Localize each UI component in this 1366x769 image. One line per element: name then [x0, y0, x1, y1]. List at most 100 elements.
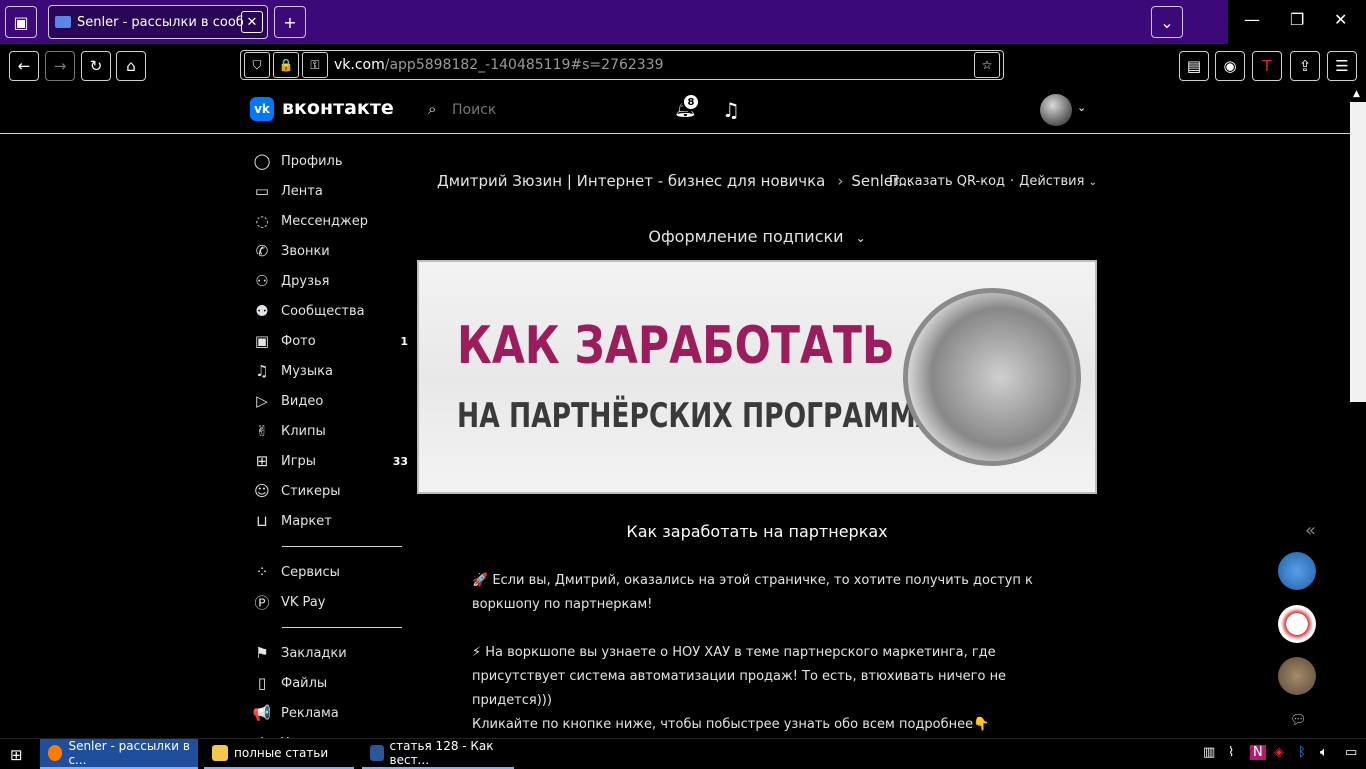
market-icon: ⊔: [256, 512, 268, 530]
address-bar[interactable]: ⛉ 🔒 ⚿ vk.com/app5898182_-140485119#s=276…: [240, 50, 1004, 80]
lock-icon[interactable]: 🔒: [273, 52, 299, 78]
word-icon: [370, 745, 384, 761]
chevron-down-icon[interactable]: ⌄: [1077, 101, 1086, 114]
home-icon[interactable]: ⌂: [116, 51, 146, 81]
chat-bubble-icon[interactable]: 💬︎: [1290, 713, 1307, 728]
close-window-icon[interactable]: ✕: [1334, 10, 1347, 29]
back-arrow-icon[interactable]: ←: [9, 51, 39, 81]
reader-view-icon[interactable]: ▤: [1179, 51, 1209, 81]
bluetooth-icon[interactable]: ᛒ: [1298, 745, 1306, 760]
volume-icon[interactable]: 🔈︎: [1320, 745, 1328, 760]
sidebar-item[interactable]: ⚇ Друзья: [250, 266, 410, 296]
taskbar-word[interactable]: статья 128 - Как вест...: [362, 739, 514, 769]
notification-center-icon[interactable]: ▭: [1345, 745, 1357, 760]
friends-icon: ⚇: [255, 272, 269, 290]
chevron-down-icon[interactable]: ⌄: [1089, 177, 1097, 188]
page-title: Как заработать на партнерках: [626, 522, 888, 541]
sidebar-item-label: Сообщества: [281, 303, 365, 319]
menu-hamburger-icon[interactable]: ☰: [1327, 51, 1357, 81]
handshake-image: [903, 288, 1081, 466]
sidebar-item[interactable]: ⊔ Маркет: [250, 506, 410, 536]
chevron-down-icon[interactable]: ⌄: [856, 231, 866, 245]
sidebar-item[interactable]: ▷ Видео: [250, 386, 410, 416]
sidebar-item[interactable]: ▭ Лента: [250, 176, 410, 206]
sidebar-item[interactable]: ✆ Звонки: [250, 236, 410, 266]
vkpay-icon: Ⓟ: [254, 593, 270, 612]
taskbar-firefox[interactable]: Senler - рассылки в с...: [40, 739, 198, 769]
photo-icon: ▣: [254, 332, 270, 350]
vk-logo-text[interactable]: вконтакте: [282, 97, 394, 119]
sidebar-item[interactable]: ◌ Мессенджер: [250, 206, 410, 236]
actions-menu[interactable]: Действия: [1019, 174, 1084, 189]
tray-n-icon[interactable]: N: [1250, 745, 1266, 760]
forward-arrow-icon[interactable]: →: [45, 51, 75, 81]
search-icon: ⌕: [428, 100, 437, 118]
network-icon[interactable]: ⌇: [1228, 745, 1234, 760]
notifications-badge: 8: [682, 93, 700, 111]
chat-avatar[interactable]: [1278, 657, 1316, 695]
sidebar-item[interactable]: ⚉ Сообщества: [250, 296, 410, 326]
shield-icon[interactable]: ⛉: [244, 52, 270, 78]
sidebar-item-count: 1: [400, 334, 408, 348]
new-tab-button[interactable]: +: [274, 6, 306, 38]
tab-title: Senler - рассылки в сообщес: [77, 14, 243, 30]
files-icon: ▯: [257, 674, 267, 692]
tray-app-icon[interactable]: ▥: [1203, 745, 1215, 760]
sidebar-item-count: 33: [392, 454, 408, 468]
minimize-icon[interactable]: —: [1244, 10, 1260, 29]
sidebar-divider: [282, 627, 402, 628]
sidebar-item[interactable]: ◯ Профиль: [250, 146, 410, 176]
search-input[interactable]: [450, 101, 650, 119]
bookmark-star-icon[interactable]: ☆: [974, 52, 1000, 78]
url-text[interactable]: vk.com/app5898182_-140485119#s=2762339: [334, 57, 664, 73]
sidebar-item[interactable]: ⊞ Игры 33: [250, 446, 410, 476]
tab-active[interactable]: Senler - рассылки в сообщес ✕: [48, 5, 268, 39]
mail-favicon-icon: [55, 16, 71, 28]
sidebar-item[interactable]: ☺ Стикеры: [250, 476, 410, 506]
container-tabs-icon[interactable]: ▣: [5, 6, 37, 38]
scrollbar-thumb[interactable]: [1350, 102, 1366, 402]
reload-icon[interactable]: ↻: [81, 51, 111, 81]
avatar[interactable]: [1040, 94, 1072, 126]
chat-avatar[interactable]: [1278, 552, 1316, 590]
profile-icon: ◯: [253, 152, 271, 170]
communities-icon: ⚉: [255, 302, 269, 320]
sidebar-item-label: Клипы: [281, 423, 326, 439]
sidebar-item[interactable]: ▯ Файлы: [250, 668, 410, 698]
permissions-icon[interactable]: ⚿: [302, 52, 328, 78]
subscription-selector[interactable]: Оформление подписки ⌄: [417, 227, 1097, 246]
sidebar-item-label: Файлы: [281, 675, 328, 691]
account-icon[interactable]: ◉: [1215, 51, 1245, 81]
close-tab-icon[interactable]: ✕: [241, 11, 263, 33]
scroll-up-icon[interactable]: ▲: [1353, 89, 1360, 99]
sidebar-item[interactable]: ⚑ Закладки: [250, 638, 410, 668]
sidebar-item-label: Лента: [281, 183, 323, 199]
breadcrumb-group-link[interactable]: Дмитрий Зюзин | Интернет - бизнес для но…: [437, 172, 825, 190]
sidebar-item[interactable]: ▣ Фото 1: [250, 326, 410, 356]
restore-icon[interactable]: ❐: [1290, 10, 1304, 29]
share-icon[interactable]: ⇪: [1290, 51, 1320, 81]
phone-icon: ✆: [255, 242, 269, 260]
windows-taskbar: ⊞ Senler - рассылки в с... полные статьи…: [0, 738, 1366, 769]
sidebar-item[interactable]: Ⓟ VK Pay: [250, 587, 410, 617]
sidebar-item[interactable]: 📢 Реклама: [250, 698, 410, 728]
music-icon[interactable]: ♫: [722, 98, 740, 122]
taskbar-folder[interactable]: полные статьи: [204, 739, 354, 769]
music-icon: ♫: [255, 362, 269, 380]
show-qr-link[interactable]: Показать QR-код: [889, 174, 1005, 189]
breadcrumb: Дмитрий Зюзин | Интернет - бизнес для но…: [437, 172, 912, 190]
collapse-chats-icon[interactable]: «: [1305, 520, 1316, 541]
windows-start-icon[interactable]: ⊞: [10, 746, 23, 764]
clips-icon: ✌: [255, 422, 269, 440]
extension-t-icon[interactable]: T: [1252, 51, 1282, 81]
sidebar-item[interactable]: ✌ Клипы: [250, 416, 410, 446]
sidebar-item-label: VK Pay: [281, 594, 326, 610]
sidebar-item[interactable]: ♫ Музыка: [250, 356, 410, 386]
chat-avatar[interactable]: [1278, 605, 1316, 643]
vk-logo-icon[interactable]: vk: [250, 97, 274, 121]
sidebar-item[interactable]: ⁘ Сервисы: [250, 557, 410, 587]
subscription-label[interactable]: Оформление подписки: [648, 227, 843, 246]
list-tabs-chevron-icon[interactable]: ⌄: [1151, 6, 1183, 38]
page-scrollbar[interactable]: ▲: [1350, 86, 1366, 738]
tray-red-icon[interactable]: ◈: [1274, 745, 1284, 760]
